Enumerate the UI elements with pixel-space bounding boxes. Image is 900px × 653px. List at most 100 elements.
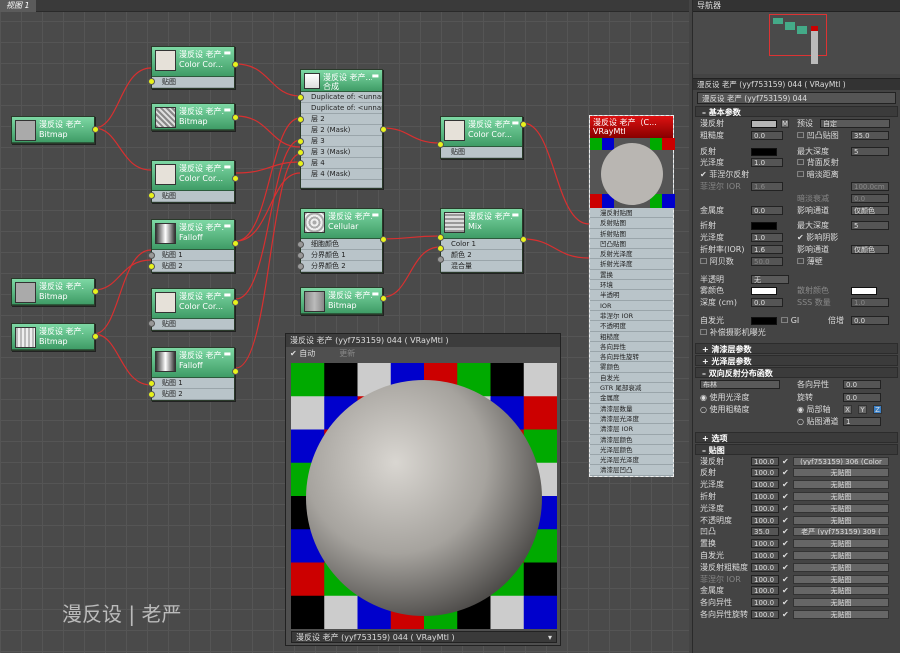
axis-z-button[interactable]: Z [873,404,882,414]
input-socket[interactable] [148,192,155,199]
rotation-input[interactable]: 0.0 [843,393,881,403]
node-cellular[interactable]: 漫反设 老产...Cellular ▬ 细胞颜色 分界颜色 1 分界颜色 2 [297,208,387,273]
node-bitmap-b[interactable]: 漫反设 老产...Bitmap [11,278,99,306]
minimize-icon[interactable]: ▬ [511,118,519,127]
output-socket[interactable] [92,126,99,133]
input-socket[interactable] [148,78,155,85]
vray-input-row[interactable]: GTR 尾部衰减 [590,383,673,394]
map-enable-checkbox[interactable]: ✔ [782,526,789,538]
node-input-row[interactable]: 贴图 2 [152,261,234,272]
max-depth-input[interactable]: 5 [851,146,889,156]
dim-distance-checkbox[interactable]: ☐ 暗淡距离 [797,169,839,181]
node-bitmap-a[interactable]: 漫反设 老产...Bitmap [11,116,99,144]
vray-input-row[interactable]: IOR [590,301,673,311]
map-amount-input[interactable]: 100.0 [751,609,779,619]
map-slot-button[interactable]: 无贴图 [793,574,889,584]
map-slot-button[interactable]: (yyf753159) 306 (Color [793,456,889,466]
self-illum-swatch[interactable] [751,316,777,325]
roughness-input[interactable]: 0.0 [751,130,783,140]
vray-input-row[interactable]: 漫反射贴图 [590,208,673,219]
refract-swatch[interactable] [751,222,777,231]
coat-rollout[interactable]: + 清漆层参数 [695,342,898,354]
brdf-rollout[interactable]: – 双向反射分布函数 [695,366,898,378]
map-enable-checkbox[interactable]: ✔ [782,562,789,574]
node-bitmap-d[interactable]: 漫反设 老产...Bitmap ▬ [300,287,387,315]
update-button[interactable]: 更新 [339,349,355,358]
map-slot-button[interactable]: 无贴图 [793,562,889,572]
map-slot-button[interactable]: 无贴图 [793,468,889,478]
output-socket[interactable] [520,121,527,128]
affect-channel-dropdown[interactable]: 仅颜色 [851,205,889,215]
node-editor-canvas[interactable]: 视图 1 漫反设 老产...Bitmap 漫反设 老产...Color Cor.… [0,0,689,653]
output-socket[interactable] [380,295,387,302]
node-vraymtl[interactable]: 漫反设 老产（C... VRayMtl 漫反射贴图 反射贴图 折射贴图 凹凸贴图 反射光泽… [589,115,675,477]
node-input-row[interactable]: 层 3 (Mask) [301,147,382,158]
depth-input[interactable]: 0.0 [751,298,783,308]
abbe-checkbox[interactable]: ☐ 阿贝数 [700,256,734,268]
node-input-row[interactable]: 颜色 2 [441,250,522,261]
input-socket[interactable] [437,245,444,252]
aniso-input[interactable]: 0.0 [843,380,881,390]
input-socket[interactable] [148,252,155,259]
vray-input-row[interactable]: 清漆层颜色 [590,435,673,445]
output-socket[interactable] [520,236,527,243]
map-amount-input[interactable]: 100.0 [751,515,779,525]
map-enable-checkbox[interactable]: ✔ [782,467,789,479]
node-mix[interactable]: 漫反设 老产...Mix ▬ Color 1 颜色 2 混合量 [437,208,527,273]
navigator-view[interactable] [693,12,900,74]
minimize-icon[interactable]: ▬ [223,48,231,57]
material-name-field[interactable]: 漫反设 老严 (yyf753159) 044 [697,92,896,104]
node-input-row[interactable]: 层 4 [301,158,382,169]
map-enable-checkbox[interactable]: ✔ [782,609,789,621]
node-input-row[interactable]: 混合量 [441,261,522,272]
node-input-row[interactable]: 层 2 (Mask) [301,125,382,136]
map-slot-button[interactable]: 无贴图 [793,515,889,525]
map-amount-input[interactable]: 100.0 [751,598,779,608]
input-socket[interactable] [148,391,155,398]
fresnel-ior-input[interactable]: 1.6 [751,181,783,191]
vray-input-row[interactable]: 光泽层颜色 [590,445,673,456]
options-rollout[interactable]: + 选项 [695,431,898,443]
map-channel-radio[interactable]: ○ 贴图通道 [797,416,839,428]
node-input-row[interactable]: 贴图 2 [152,389,234,400]
vray-input-row[interactable]: 粗糙度 [590,332,673,342]
bump-input[interactable]: 35.0 [851,130,889,140]
fog-swatch[interactable] [751,287,777,296]
node-input-row[interactable]: 层 4 (Mask) [301,169,382,180]
map-amount-input[interactable]: 100.0 [751,550,779,560]
auto-checkbox[interactable]: ✔ 自动 [290,349,327,358]
input-socket[interactable] [297,263,304,270]
map-slot-button[interactable]: 无贴图 [793,586,889,596]
map-amount-input[interactable]: 100.0 [751,586,779,596]
node-color-correction-3[interactable]: 漫反设 老产...Color Cor... ▬ 贴图 [148,288,239,331]
local-axis-radio[interactable]: ◉ 局部轴 [797,404,831,416]
material-preview-window[interactable]: 漫反设 老产 (yyf753159) 044 ( VRayMtl ) ✔ 自动 更… [285,333,561,646]
vray-input-row[interactable]: 各向异性 [590,342,673,353]
input-socket[interactable] [148,380,155,387]
refract-depth-input[interactable]: 5 [851,221,889,231]
output-socket[interactable] [232,368,239,375]
preview-material-select[interactable]: 漫反设 老产 (yyf753159) 044 ( VRayMtl ) ▾ [291,631,557,643]
map-amount-input[interactable]: 100.0 [751,468,779,478]
minimize-icon[interactable]: ▬ [223,221,231,230]
vray-input-row[interactable]: 各向异性旋转 [590,352,673,363]
node-input-row[interactable]: 贴图 1 [152,250,234,261]
axis-y-button[interactable]: Y [858,404,867,414]
vray-input-row[interactable]: 折射光泽度 [590,259,673,270]
map-slot-button[interactable]: 无贴图 [793,550,889,560]
translucency-dropdown[interactable]: 无 [751,274,789,284]
affect-shadow-checkbox[interactable]: ✔ 影响阴影 [797,232,838,244]
map-enable-checkbox[interactable]: ✔ [782,538,789,550]
sss-input[interactable]: 1.0 [851,298,889,308]
minimize-icon[interactable]: ▬ [223,105,231,114]
output-socket[interactable] [232,175,239,182]
input-socket[interactable] [437,141,444,148]
compensate-checkbox[interactable]: ☐ 补偿摄影机曝光 [700,327,766,339]
map-amount-input[interactable]: 100.0 [751,480,779,490]
minimize-icon[interactable]: ▬ [223,290,231,299]
node-input-row[interactable]: 贴图 [152,319,234,330]
node-color-correction-2[interactable]: 漫反设 老产...Color Cor... ▬ 贴图 [148,160,239,203]
vray-input-row[interactable]: 自发光 [590,373,673,384]
node-input-row[interactable]: 贴图 [152,77,234,88]
map-slot-button[interactable]: 无贴图 [793,609,889,619]
